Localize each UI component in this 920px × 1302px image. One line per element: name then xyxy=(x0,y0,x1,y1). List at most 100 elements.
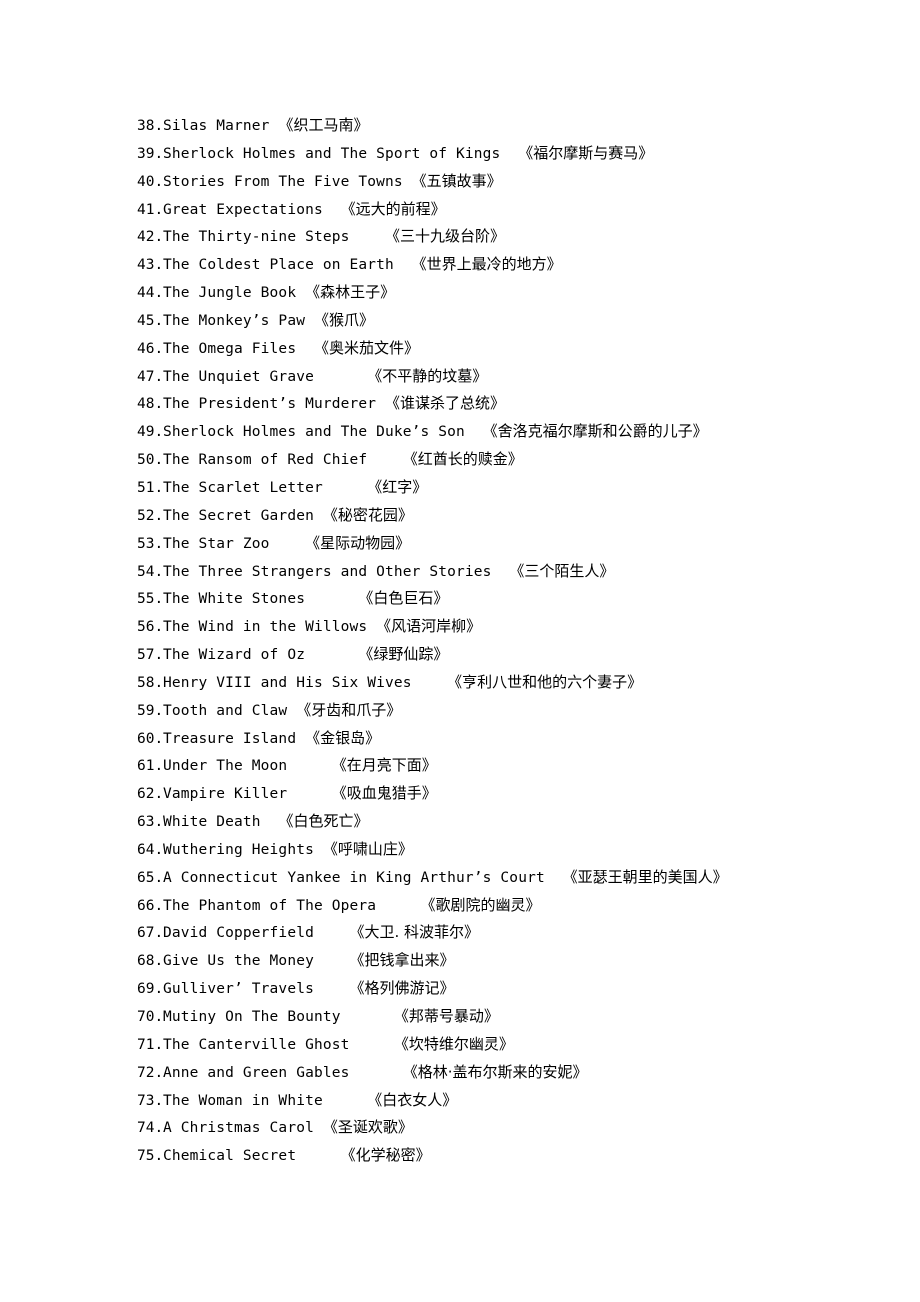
book-list: 38. Silas Marner 《织工马南》 39. Sherlock Holmes… xyxy=(137,112,880,1170)
book-title-chinese: 《三十九级台阶》 xyxy=(385,227,506,246)
list-item-number: 63. xyxy=(137,814,164,831)
book-title-chinese: 《谁谋杀了总统》 xyxy=(385,394,506,413)
book-title-english: The Omega Files xyxy=(163,340,314,357)
document-page: 38. Silas Marner 《织工马南》 39. Sherlock Holmes… xyxy=(0,0,920,1302)
list-item-number: 44. xyxy=(137,285,164,302)
list-item: 41. Great Expectations 《远大的前程》 xyxy=(137,196,880,224)
list-item-number: 43. xyxy=(137,257,164,274)
book-title-english: The Three Strangers and Other Stories xyxy=(163,563,510,580)
list-item-number: 74. xyxy=(137,1120,164,1137)
book-title-chinese: 《不平静的坟墓》 xyxy=(367,366,488,385)
list-item: 46. The Omega Files 《奥米茄文件》 xyxy=(137,335,880,363)
book-title-english: Sherlock Holmes and The Duke’s Son xyxy=(163,424,483,441)
list-item: 69. Gulliver’ Travels 《格列佛游记》 xyxy=(137,975,880,1003)
list-item: 55. The White Stones 《白色巨石》 xyxy=(137,585,880,613)
book-title-english: The Coldest Place on Earth xyxy=(163,257,412,274)
book-title-chinese: 《大卫. 科波菲尔》 xyxy=(349,923,480,942)
book-title-chinese: 《白衣女人》 xyxy=(367,1090,458,1109)
book-title-english: Wuthering Heights xyxy=(163,841,323,858)
book-title-chinese: 《风语河岸柳》 xyxy=(376,617,482,636)
book-title-chinese: 《亚瑟王朝里的美国人》 xyxy=(562,867,728,886)
book-title-chinese: 《把钱拿出来》 xyxy=(349,951,455,970)
list-item-number: 47. xyxy=(137,368,164,385)
book-title-english: The Thirty-nine Steps xyxy=(163,229,385,246)
book-title-english: Chemical Secret xyxy=(163,1148,341,1165)
list-item: 45. The Monkey’s Paw 《猴爪》 xyxy=(137,307,880,335)
book-title-english: The Wind in the Willows xyxy=(163,619,377,636)
book-title-english: Treasure Island xyxy=(163,730,306,747)
book-title-chinese: 《坎特维尔幽灵》 xyxy=(393,1034,514,1053)
list-item: 42. The Thirty-nine Steps 《三十九级台阶》 xyxy=(137,223,880,251)
list-item-number: 73. xyxy=(137,1092,164,1109)
list-item: 48. The President’s Murderer 《谁谋杀了总统》 xyxy=(137,390,880,418)
book-title-english: The President’s Murderer xyxy=(163,396,385,413)
list-item: 75. Chemical Secret 《化学秘密》 xyxy=(137,1142,880,1170)
book-title-chinese: 《红字》 xyxy=(367,477,428,496)
list-item-number: 51. xyxy=(137,479,164,496)
list-item-number: 67. xyxy=(137,925,164,942)
list-item: 51. The Scarlet Letter 《红字》 xyxy=(137,474,880,502)
list-item-number: 55. xyxy=(137,591,164,608)
list-item: 47. The Unquiet Grave 《不平静的坟墓》 xyxy=(137,363,880,391)
book-title-english: Under The Moon xyxy=(163,758,332,775)
list-item-number: 48. xyxy=(137,396,164,413)
list-item: 39. Sherlock Holmes and The Sport of King… xyxy=(137,140,880,168)
list-item-number: 46. xyxy=(137,340,164,357)
book-title-chinese: 《世界上最冷的地方》 xyxy=(411,255,562,274)
list-item: 54. The Three Strangers and Other Stories… xyxy=(137,558,880,586)
list-item: 70. Mutiny On The Bounty 《邦蒂号暴动》 xyxy=(137,1003,880,1031)
book-title-chinese: 《猴爪》 xyxy=(313,310,374,329)
list-item: 44. The Jungle Book 《森林王子》 xyxy=(137,279,880,307)
list-item: 64. Wuthering Heights 《呼啸山庄》 xyxy=(137,836,880,864)
book-title-chinese: 《织工马南》 xyxy=(278,116,369,134)
list-item: 59. Tooth and Claw 《牙齿和爪子》 xyxy=(137,697,880,725)
list-item-number: 70. xyxy=(137,1009,164,1025)
book-title-chinese: 《白色巨石》 xyxy=(358,589,449,608)
list-item-number: 54. xyxy=(137,563,164,580)
list-item-number: 38. xyxy=(137,118,164,134)
book-title-english: A Christmas Carol xyxy=(163,1120,323,1137)
book-title-english: Henry VIII and His Six Wives xyxy=(163,674,448,691)
list-item-number: 72. xyxy=(137,1064,164,1081)
list-item-number: 42. xyxy=(137,229,164,246)
book-title-chinese: 《五镇故事》 xyxy=(411,171,502,190)
book-title-english: The Ransom of Red Chief xyxy=(163,452,403,469)
book-title-chinese: 《奥米茄文件》 xyxy=(313,338,419,357)
book-title-english: Vampire Killer xyxy=(163,786,332,803)
list-item: 65. A Connecticut Yankee in King Arthur’s… xyxy=(137,864,880,892)
book-title-english: Sherlock Holmes and The Sport of Kings xyxy=(163,145,519,162)
book-title-english: The Monkey’s Paw xyxy=(163,312,314,329)
book-title-english: Great Expectations xyxy=(163,201,341,218)
book-title-chinese: 《亨利八世和他的六个妻子》 xyxy=(447,672,643,691)
book-title-chinese: 《三个陌生人》 xyxy=(509,561,615,580)
list-item: 62. Vampire Killer 《吸血鬼猎手》 xyxy=(137,780,880,808)
book-title-english: Silas Marner xyxy=(163,118,279,134)
list-item: 73. The Woman in White 《白衣女人》 xyxy=(137,1087,880,1115)
book-title-chinese: 《在月亮下面》 xyxy=(331,756,437,775)
book-title-chinese: 《星际动物园》 xyxy=(305,533,411,552)
book-title-english: A Connecticut Yankee in King Arthur’s Co… xyxy=(163,869,563,886)
book-title-chinese: 《秘密花园》 xyxy=(322,505,413,524)
book-title-chinese: 《格列佛游记》 xyxy=(349,979,455,998)
list-item-number: 61. xyxy=(137,758,164,775)
list-item: 67. David Copperfield 《大卫. 科波菲尔》 xyxy=(137,919,880,947)
book-title-english: The Woman in White xyxy=(163,1092,368,1109)
book-title-english: David Copperfield xyxy=(163,925,350,942)
list-item-number: 41. xyxy=(137,201,164,218)
book-title-english: Mutiny On The Bounty xyxy=(163,1009,394,1025)
list-item: 52. The Secret Garden 《秘密花园》 xyxy=(137,502,880,530)
list-item: 66. The Phantom of The Opera 《歌剧院的幽灵》 xyxy=(137,892,880,920)
list-item: 58. Henry VIII and His Six Wives 《亨利八世和他的… xyxy=(137,669,880,697)
book-title-chinese: 《牙齿和爪子》 xyxy=(296,700,402,719)
list-item: 43. The Coldest Place on Earth 《世界上最冷的地方》 xyxy=(137,251,880,279)
book-title-chinese: 《歌剧院的幽灵》 xyxy=(420,895,541,914)
list-item-number: 64. xyxy=(137,841,164,858)
book-title-english: The Phantom of The Opera xyxy=(163,897,421,914)
book-title-english: Give Us the Money xyxy=(163,953,350,970)
book-title-chinese: 《格林·盖布尔斯来的安妮》 xyxy=(402,1062,588,1081)
book-title-chinese: 《圣诞欢歌》 xyxy=(322,1118,413,1137)
book-title-english: White Death xyxy=(163,814,279,831)
list-item: 49. Sherlock Holmes and The Duke’s Son 《舍… xyxy=(137,418,880,446)
list-item: 53. The Star Zoo 《星际动物园》 xyxy=(137,530,880,558)
list-item-number: 40. xyxy=(137,173,164,190)
